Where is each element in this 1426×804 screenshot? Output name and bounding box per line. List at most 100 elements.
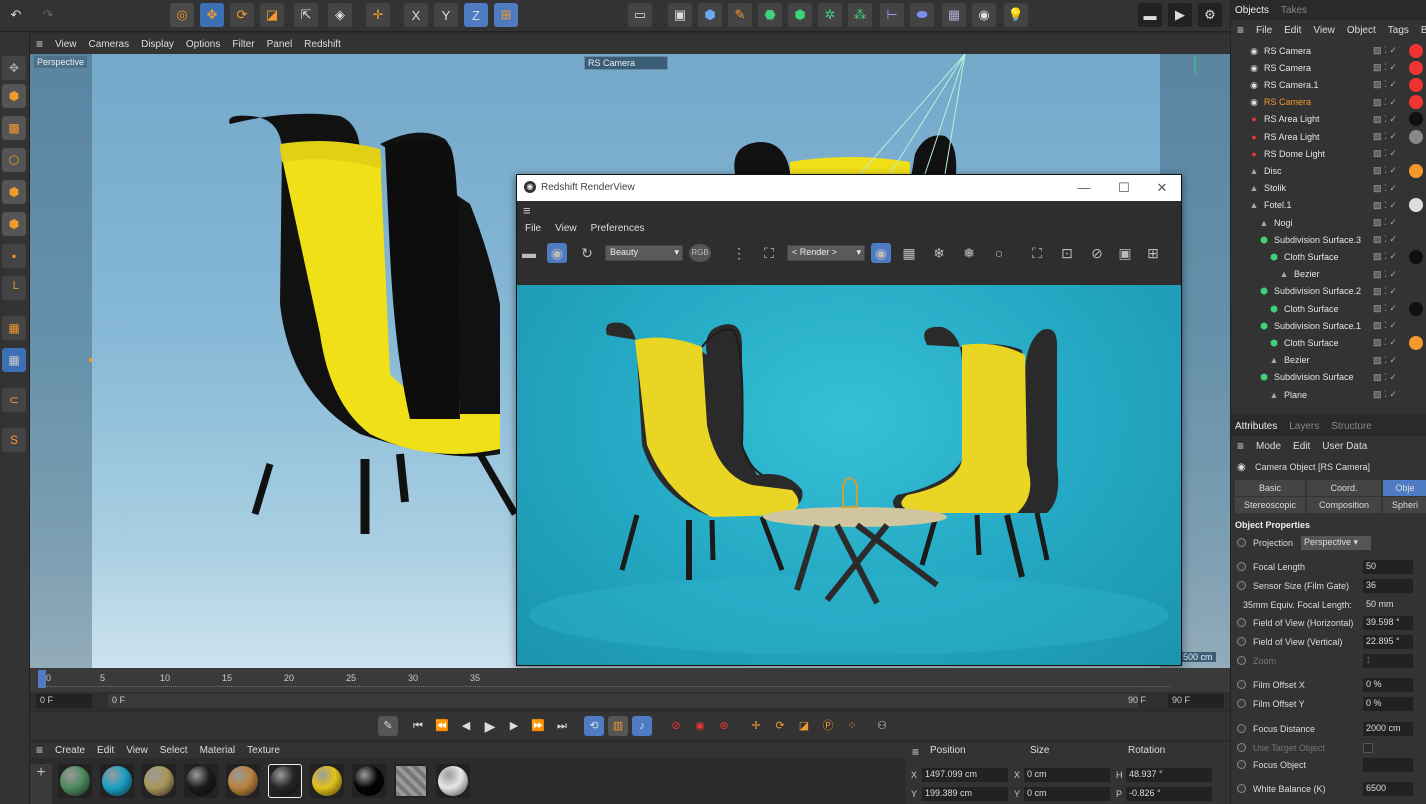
- object-visibility-flags[interactable]: ▨ ⁚ ✓: [1373, 183, 1397, 194]
- autokey-icon[interactable]: ◉: [690, 716, 710, 736]
- animate-dot[interactable]: [1237, 581, 1246, 590]
- loop-icon[interactable]: ⟲: [584, 716, 604, 736]
- object-tag-icon[interactable]: [1409, 301, 1423, 316]
- object-row[interactable]: ▲ Disc ▨ ⁚ ✓: [1231, 162, 1426, 179]
- prev-frame-icon[interactable]: ◀: [456, 716, 476, 736]
- mat-menu-material[interactable]: Material: [194, 745, 242, 756]
- object-tag-icon[interactable]: [1409, 198, 1423, 213]
- object-row[interactable]: ◉ RS Camera ▨ ⁚ ✓: [1231, 94, 1426, 111]
- animate-dot[interactable]: [1237, 724, 1246, 733]
- start-frame-field[interactable]: 0 F: [36, 694, 92, 708]
- object-row[interactable]: ⬢ Subdivision Surface.2 ▨ ⁚ ✓: [1231, 283, 1426, 300]
- object-visibility-flags[interactable]: ▨ ⁚ ✓: [1373, 251, 1397, 262]
- grid-render-icon[interactable]: ▦: [899, 243, 919, 263]
- object-visibility-flags[interactable]: ▨ ⁚ ✓: [1373, 303, 1397, 314]
- attribute-value-field[interactable]: 22.895 °: [1363, 635, 1413, 649]
- attribute-value-field[interactable]: 2000 cm: [1363, 722, 1413, 736]
- model-mode-icon[interactable]: ⬢: [2, 84, 26, 108]
- keyframe-selection-icon[interactable]: ⊛: [714, 716, 734, 736]
- material-swatch[interactable]: [184, 764, 218, 798]
- object-visibility-flags[interactable]: ▨ ⁚ ✓: [1373, 269, 1397, 280]
- material-swatch[interactable]: [226, 764, 260, 798]
- mat-menu-texture[interactable]: Texture: [241, 745, 286, 756]
- viewport-camera-label[interactable]: RS Camera: [584, 56, 668, 70]
- soft-selection-icon[interactable]: S: [2, 428, 26, 452]
- material-swatch[interactable]: [436, 764, 470, 798]
- attr-menu-user-data[interactable]: User Data: [1316, 441, 1373, 452]
- key-pla-icon[interactable]: ⁘: [842, 716, 862, 736]
- use-target-checkbox[interactable]: [1363, 743, 1373, 753]
- go-start-icon[interactable]: ⏮: [408, 716, 428, 736]
- y-axis-lock-button[interactable]: Y: [434, 3, 458, 27]
- edge-mode-icon[interactable]: ⬢: [2, 180, 26, 204]
- obj-menu-view[interactable]: View: [1307, 25, 1341, 36]
- vp-menu-cameras[interactable]: Cameras: [83, 39, 136, 50]
- polygon-mode-icon[interactable]: ⬢: [2, 212, 26, 236]
- pipette-icon[interactable]: ⊘: [1087, 243, 1107, 263]
- snowflake-icon[interactable]: ❄: [929, 243, 949, 263]
- subtab-object[interactable]: Obje: [1383, 480, 1426, 496]
- vp-menu-panel[interactable]: Panel: [261, 39, 299, 50]
- tab-layers[interactable]: Layers: [1289, 421, 1319, 432]
- object-visibility-flags[interactable]: ▨ ⁚ ✓: [1373, 355, 1397, 366]
- attribute-value-field[interactable]: [1363, 758, 1413, 772]
- object-row[interactable]: ◉ RS Camera ▨ ⁚ ✓: [1231, 42, 1426, 59]
- obj-menu-object[interactable]: Object: [1341, 25, 1382, 36]
- pen-icon[interactable]: ✎: [728, 3, 752, 27]
- play-icon[interactable]: ▶: [480, 716, 500, 736]
- enable-axis-icon[interactable]: ▪: [2, 244, 26, 268]
- attr-menu-mode[interactable]: Mode: [1250, 441, 1287, 452]
- floor-icon[interactable]: ▦: [942, 3, 966, 27]
- object-row[interactable]: ● RS Area Light ▨ ⁚ ✓: [1231, 111, 1426, 128]
- aov-select[interactable]: Beauty ▾: [605, 245, 683, 261]
- position-y-field[interactable]: 199.389 cm: [922, 787, 1008, 801]
- object-visibility-flags[interactable]: ▨ ⁚ ✓: [1373, 217, 1397, 228]
- attribute-value-field[interactable]: 0 %: [1363, 678, 1413, 692]
- size-x-field[interactable]: 0 cm: [1024, 768, 1110, 782]
- material-swatch[interactable]: [268, 764, 302, 798]
- mat-menu-view[interactable]: View: [120, 745, 154, 756]
- subtab-coord[interactable]: Coord.: [1307, 480, 1381, 496]
- render-select[interactable]: < Render > ▾: [787, 245, 865, 261]
- gear-deformer-icon[interactable]: ✲: [818, 3, 842, 27]
- object-row[interactable]: ▲ Stolik ▨ ⁚ ✓: [1231, 180, 1426, 197]
- close-icon[interactable]: ✕: [1153, 179, 1171, 197]
- subtab-composition[interactable]: Composition: [1307, 497, 1381, 513]
- object-visibility-flags[interactable]: ▨ ⁚ ✓: [1373, 114, 1397, 125]
- object-row[interactable]: ● RS Dome Light ▨ ⁚ ✓: [1231, 145, 1426, 162]
- projection-animate-dot[interactable]: [1237, 538, 1246, 547]
- field-icon[interactable]: ⬬: [910, 3, 934, 27]
- add-snapshot-icon[interactable]: ⊞: [1143, 243, 1163, 263]
- animate-dot[interactable]: [1237, 618, 1246, 627]
- animate-dot[interactable]: [1237, 743, 1246, 752]
- bucket-icon[interactable]: ◉: [871, 243, 891, 263]
- attr-menu-edit[interactable]: Edit: [1287, 441, 1316, 452]
- zoom-fit-icon[interactable]: ⊡: [1057, 243, 1077, 263]
- frame-range-slider[interactable]: 0 F: [108, 694, 1138, 708]
- refresh-icon[interactable]: ↻: [577, 243, 597, 263]
- coord-system-icon[interactable]: ⊞: [494, 3, 518, 27]
- subtab-spherical[interactable]: Spheri: [1383, 497, 1426, 513]
- object-tag-icon[interactable]: [1409, 43, 1423, 58]
- object-row[interactable]: ⬢ Cloth Surface ▨ ⁚ ✓: [1231, 300, 1426, 317]
- object-tag-icon[interactable]: [1409, 163, 1423, 178]
- rotate-tool-icon[interactable]: ◪: [260, 3, 284, 27]
- vp-menu-display[interactable]: Display: [135, 39, 180, 50]
- object-visibility-flags[interactable]: ▨ ⁚ ✓: [1373, 234, 1397, 245]
- record-active-icon[interactable]: ⊘: [666, 716, 686, 736]
- object-visibility-flags[interactable]: ▨ ⁚ ✓: [1373, 200, 1397, 211]
- object-visibility-flags[interactable]: ▨ ⁚ ✓: [1373, 62, 1397, 73]
- object-row[interactable]: ● RS Area Light ▨ ⁚ ✓: [1231, 128, 1426, 145]
- grid-icon[interactable]: ▦: [2, 348, 26, 372]
- animate-dot[interactable]: [1237, 562, 1246, 571]
- point-mode-icon[interactable]: ⬡: [2, 148, 26, 172]
- renderview-hamburger-icon[interactable]: ≡: [523, 203, 531, 218]
- tab-takes[interactable]: Takes: [1281, 5, 1307, 16]
- object-row[interactable]: ▲ Nogi ▨ ⁚ ✓: [1231, 214, 1426, 231]
- animate-dot[interactable]: [1237, 760, 1246, 769]
- vp-menu-redshift[interactable]: Redshift: [298, 39, 347, 50]
- object-visibility-flags[interactable]: ▨ ⁚ ✓: [1373, 97, 1397, 108]
- mat-menu-select[interactable]: Select: [154, 745, 194, 756]
- object-visibility-flags[interactable]: ▨ ⁚ ✓: [1373, 148, 1397, 159]
- position-x-field[interactable]: 1497.099 cm: [922, 768, 1008, 782]
